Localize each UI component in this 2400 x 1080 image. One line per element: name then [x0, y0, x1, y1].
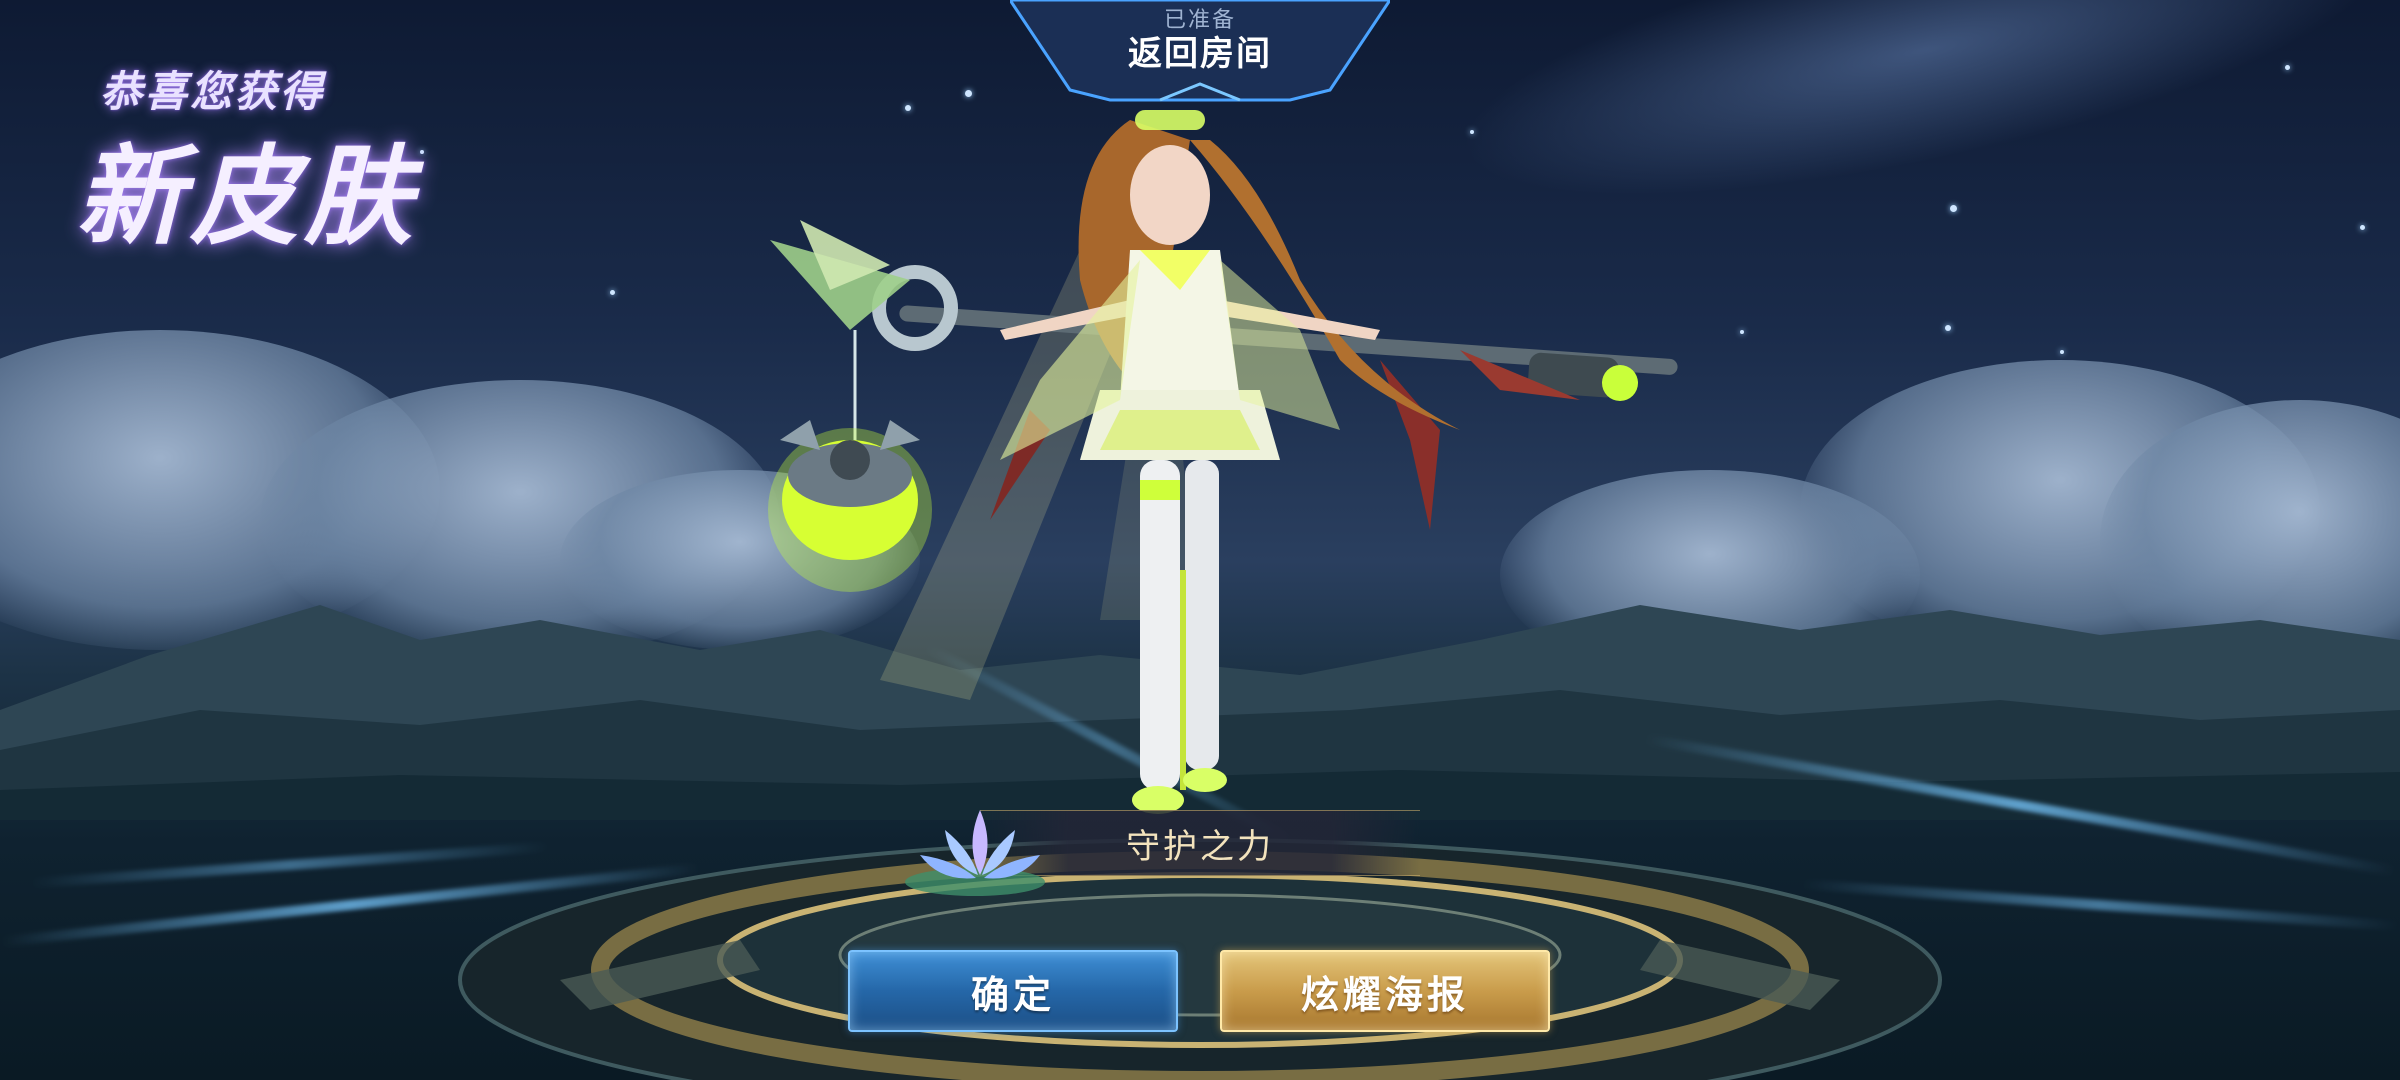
return-to-room-label: 返回房间 — [1128, 34, 1272, 74]
hero-character — [768, 110, 1678, 814]
new-skin-title: 新皮肤 — [76, 135, 419, 260]
confirm-button[interactable]: 确定 — [848, 950, 1178, 1032]
lotus-icon — [905, 810, 1045, 896]
show-off-poster-button[interactable]: 炫耀海报 — [1220, 950, 1550, 1032]
confirm-button-label: 确定 — [970, 972, 1055, 1017]
skin-reward-screen: 已准备 返回房间 恭喜您获得 新皮肤 守护之力 确定 炫耀海报 — [0, 0, 2400, 1080]
return-to-room-tab[interactable]: 已准备 返回房间 — [1010, 0, 1390, 104]
poster-button-label: 炫耀海报 — [1300, 972, 1469, 1017]
